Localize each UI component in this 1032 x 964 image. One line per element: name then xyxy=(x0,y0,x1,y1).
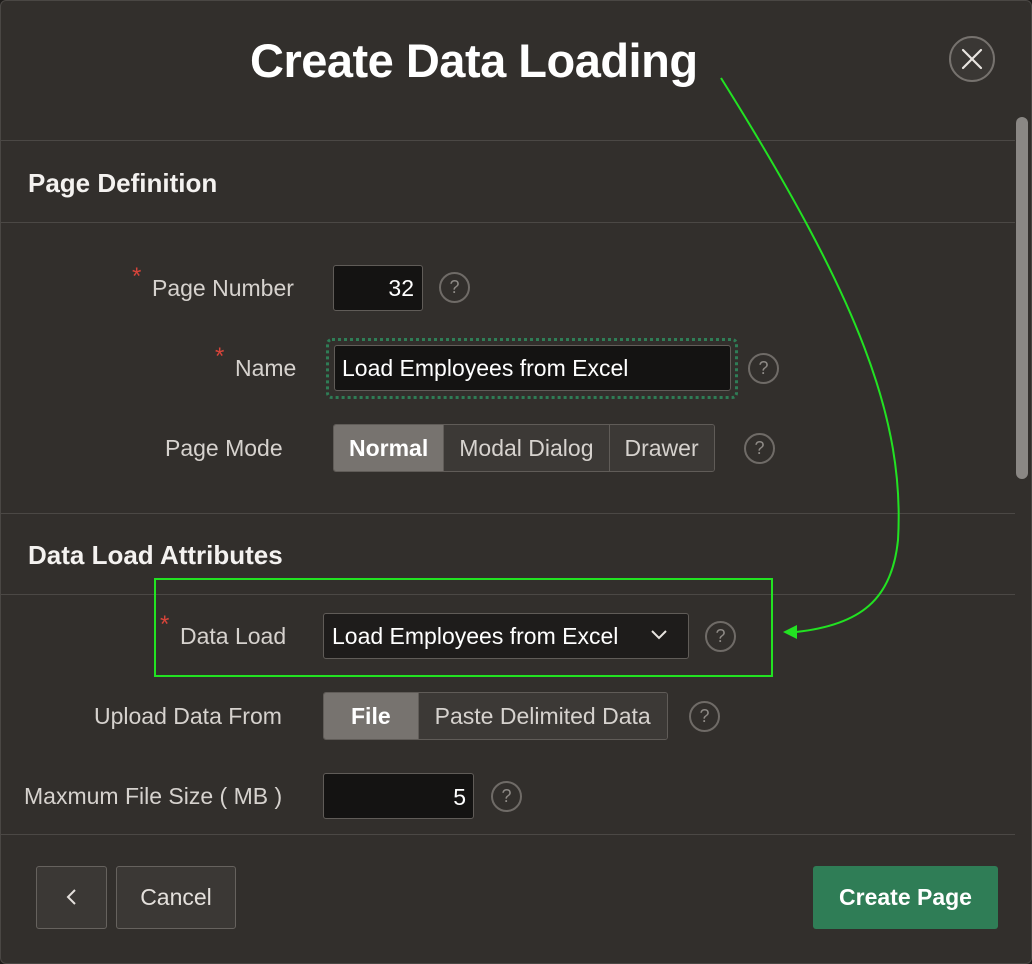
create-page-button[interactable]: Create Page xyxy=(813,866,998,929)
upload-data-from-help-button[interactable]: ? xyxy=(689,701,720,732)
section-divider xyxy=(1,513,1015,514)
name-help-button[interactable]: ? xyxy=(748,353,779,384)
upload-data-from-label: Upload Data From xyxy=(94,703,282,729)
annotation-highlight-box xyxy=(154,578,773,677)
header-divider xyxy=(1,140,1015,141)
page-mode-help-button[interactable]: ? xyxy=(744,433,775,464)
section-title-page-definition: Page Definition xyxy=(28,168,218,198)
cancel-button[interactable]: Cancel xyxy=(116,866,236,929)
create-data-loading-dialog: Create Data Loading Page Definition * Pa… xyxy=(0,0,1032,964)
upload-from-paste-delimited-data[interactable]: Paste Delimited Data xyxy=(417,693,667,739)
required-marker: * xyxy=(132,263,142,290)
page-mode-selector: Normal Modal Dialog Drawer xyxy=(333,424,715,472)
page-number-help-button[interactable]: ? xyxy=(439,272,470,303)
section-title-data-load-attributes: Data Load Attributes xyxy=(28,540,283,570)
required-marker: * xyxy=(215,343,225,370)
upload-data-from-selector: File Paste Delimited Data xyxy=(323,692,668,740)
page-mode-normal[interactable]: Normal xyxy=(334,425,444,471)
close-icon xyxy=(961,48,983,70)
name-input[interactable]: Load Employees from Excel xyxy=(334,345,731,391)
max-file-size-input[interactable]: 5 xyxy=(323,773,474,819)
page-number-label: Page Number xyxy=(152,275,294,301)
page-mode-drawer[interactable]: Drawer xyxy=(608,425,714,471)
name-label: Name xyxy=(235,355,297,381)
section-divider xyxy=(1,222,1015,223)
page-mode-modal-dialog[interactable]: Modal Dialog xyxy=(443,425,609,471)
vertical-scrollbar-thumb[interactable] xyxy=(1016,117,1028,479)
page-number-input[interactable]: 32 xyxy=(333,265,423,311)
max-file-size-help-button[interactable]: ? xyxy=(491,781,522,812)
upload-from-file[interactable]: File xyxy=(324,693,418,739)
footer-divider xyxy=(1,834,1015,835)
back-button[interactable] xyxy=(36,866,107,929)
page-mode-label: Page Mode xyxy=(165,435,283,461)
chevron-left-icon xyxy=(66,889,76,905)
max-file-size-label: Maxmum File Size ( MB ) xyxy=(24,783,283,809)
close-button[interactable] xyxy=(949,36,995,82)
dialog-title: Create Data Loading xyxy=(250,34,698,87)
